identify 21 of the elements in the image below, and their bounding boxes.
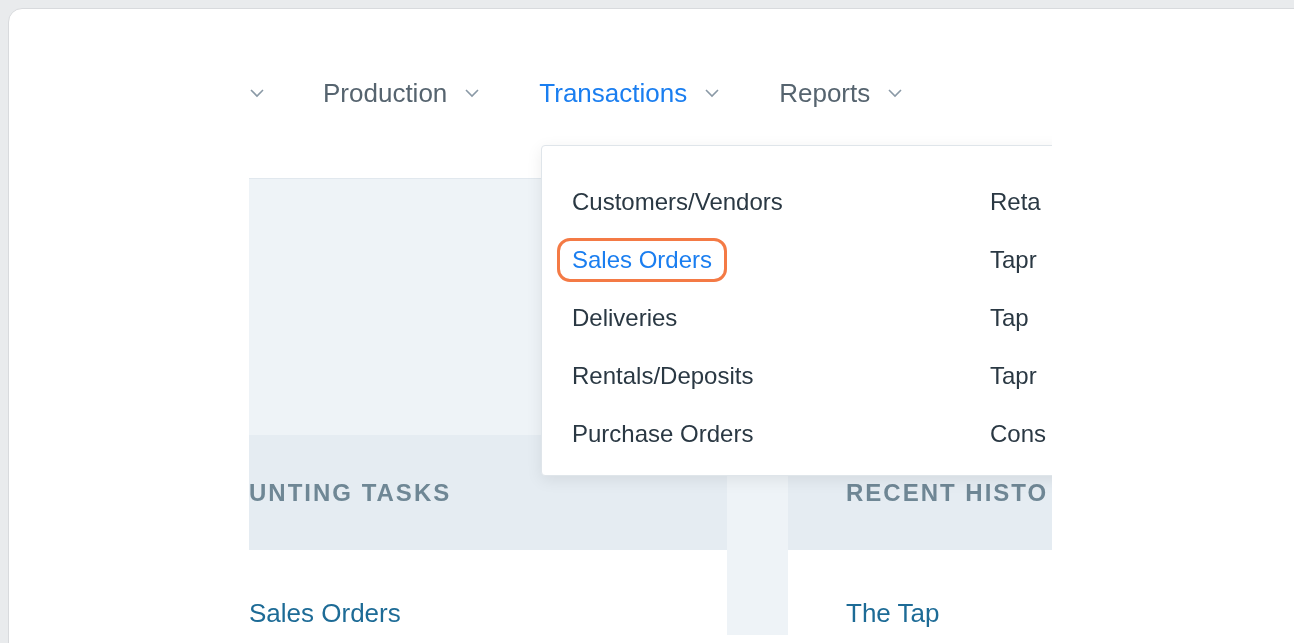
section-title: UNTING TASKS [249,477,452,508]
dropdown-menu-item[interactable]: Tapr [990,241,1037,279]
dropdown-menu-item[interactable]: Purchase Orders [572,415,754,453]
dropdown-menu-item[interactable]: Deliveries [572,299,678,337]
nav-menu-item[interactable]: Production [323,74,480,113]
nav-menu-item[interactable]: Transactions [539,74,720,113]
chevron-down-icon [250,89,264,98]
chevron-down-icon [705,89,720,98]
dropdown-menu-item[interactable]: Tapr [990,357,1037,395]
dropdown-menu-item[interactable]: Cons [990,415,1047,453]
dropdown-menu-item[interactable]: Sales Orders [560,241,725,279]
dropdown-menu-item[interactable]: Customers/Vendors [572,183,783,221]
section-title: RECENT HISTO [846,477,1049,508]
dropdown-menu-item[interactable]: Reta [990,183,1041,221]
history-link[interactable]: The Tap [846,598,940,628]
dropdown-menu-item[interactable]: Tap [990,299,1029,337]
dropdown-menu-item[interactable]: Rentals/Deposits [572,357,754,395]
task-link[interactable]: Sales Orders [249,598,401,628]
chevron-down-icon [888,89,903,98]
nav-menu-item[interactable]: Reports [779,74,903,113]
chevron-down-icon [465,89,480,98]
